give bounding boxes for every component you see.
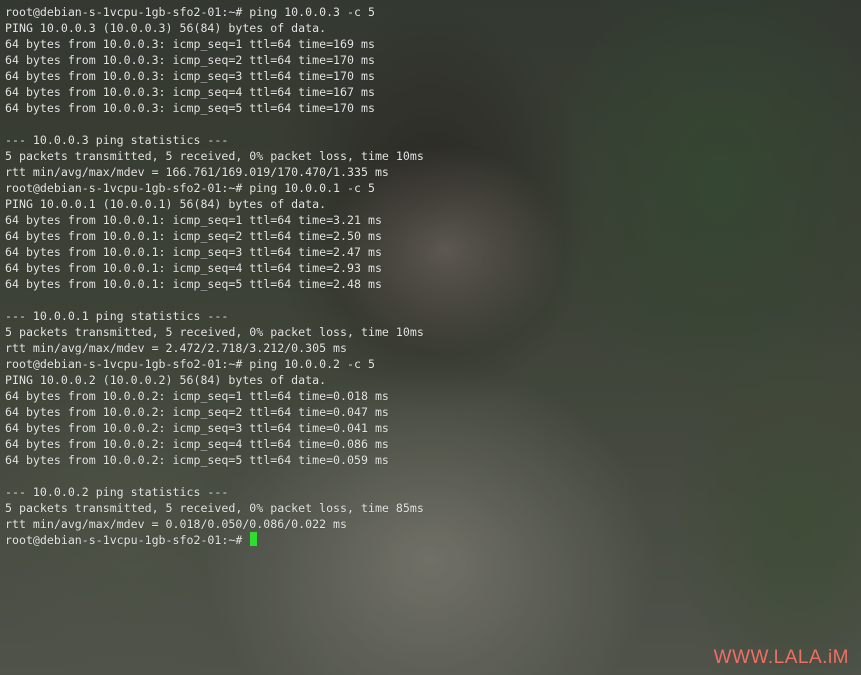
terminal-line: 64 bytes from 10.0.0.1: icmp_seq=3 ttl=6… (5, 245, 382, 259)
terminal-line: PING 10.0.0.1 (10.0.0.1) 56(84) bytes of… (5, 197, 327, 211)
terminal-line: 64 bytes from 10.0.0.2: icmp_seq=4 ttl=6… (5, 437, 389, 451)
terminal-line: 64 bytes from 10.0.0.1: icmp_seq=4 ttl=6… (5, 261, 382, 275)
terminal-line: 5 packets transmitted, 5 received, 0% pa… (5, 149, 424, 163)
terminal-line: rtt min/avg/max/mdev = 0.018/0.050/0.086… (5, 517, 348, 531)
terminal-line: root@debian-s-1vcpu-1gb-sfo2-01:~# ping … (5, 181, 375, 195)
terminal-line: 64 bytes from 10.0.0.3: icmp_seq=5 ttl=6… (5, 101, 375, 115)
terminal-line: 5 packets transmitted, 5 received, 0% pa… (5, 325, 424, 339)
terminal-line: 64 bytes from 10.0.0.1: icmp_seq=5 ttl=6… (5, 277, 382, 291)
terminal-line: PING 10.0.0.2 (10.0.0.2) 56(84) bytes of… (5, 373, 327, 387)
terminal-line: root@debian-s-1vcpu-1gb-sfo2-01:~# ping … (5, 357, 375, 371)
terminal-output: root@debian-s-1vcpu-1gb-sfo2-01:~# ping … (5, 4, 855, 548)
terminal-line: 64 bytes from 10.0.0.3: icmp_seq=4 ttl=6… (5, 85, 375, 99)
terminal-line: 5 packets transmitted, 5 received, 0% pa… (5, 501, 424, 515)
terminal-window[interactable]: root@debian-s-1vcpu-1gb-sfo2-01:~# ping … (0, 0, 861, 675)
terminal-line: 64 bytes from 10.0.0.3: icmp_seq=2 ttl=6… (5, 53, 375, 67)
terminal-line: rtt min/avg/max/mdev = 2.472/2.718/3.212… (5, 341, 348, 355)
terminal-line: 64 bytes from 10.0.0.2: icmp_seq=5 ttl=6… (5, 453, 389, 467)
terminal-line: --- 10.0.0.3 ping statistics --- (5, 133, 229, 147)
terminal-line: 64 bytes from 10.0.0.3: icmp_seq=3 ttl=6… (5, 69, 375, 83)
terminal-line: 64 bytes from 10.0.0.2: icmp_seq=1 ttl=6… (5, 389, 389, 403)
terminal-line: PING 10.0.0.3 (10.0.0.3) 56(84) bytes of… (5, 21, 327, 35)
terminal-line: 64 bytes from 10.0.0.2: icmp_seq=3 ttl=6… (5, 421, 389, 435)
terminal-line: 64 bytes from 10.0.0.2: icmp_seq=2 ttl=6… (5, 405, 389, 419)
terminal-prompt-line[interactable]: root@debian-s-1vcpu-1gb-sfo2-01:~# (5, 532, 855, 548)
terminal-line: --- 10.0.0.2 ping statistics --- (5, 485, 229, 499)
terminal-line: root@debian-s-1vcpu-1gb-sfo2-01:~# ping … (5, 5, 375, 19)
terminal-line: 64 bytes from 10.0.0.3: icmp_seq=1 ttl=6… (5, 37, 375, 51)
terminal-line: 64 bytes from 10.0.0.1: icmp_seq=1 ttl=6… (5, 213, 382, 227)
watermark: WWW.LALA.iM (713, 647, 849, 668)
terminal-prompt: root@debian-s-1vcpu-1gb-sfo2-01:~# (5, 533, 250, 547)
terminal-cursor (250, 532, 258, 546)
terminal-line: 64 bytes from 10.0.0.1: icmp_seq=2 ttl=6… (5, 229, 382, 243)
terminal-line: --- 10.0.0.1 ping statistics --- (5, 309, 229, 323)
terminal-line: rtt min/avg/max/mdev = 166.761/169.019/1… (5, 165, 389, 179)
